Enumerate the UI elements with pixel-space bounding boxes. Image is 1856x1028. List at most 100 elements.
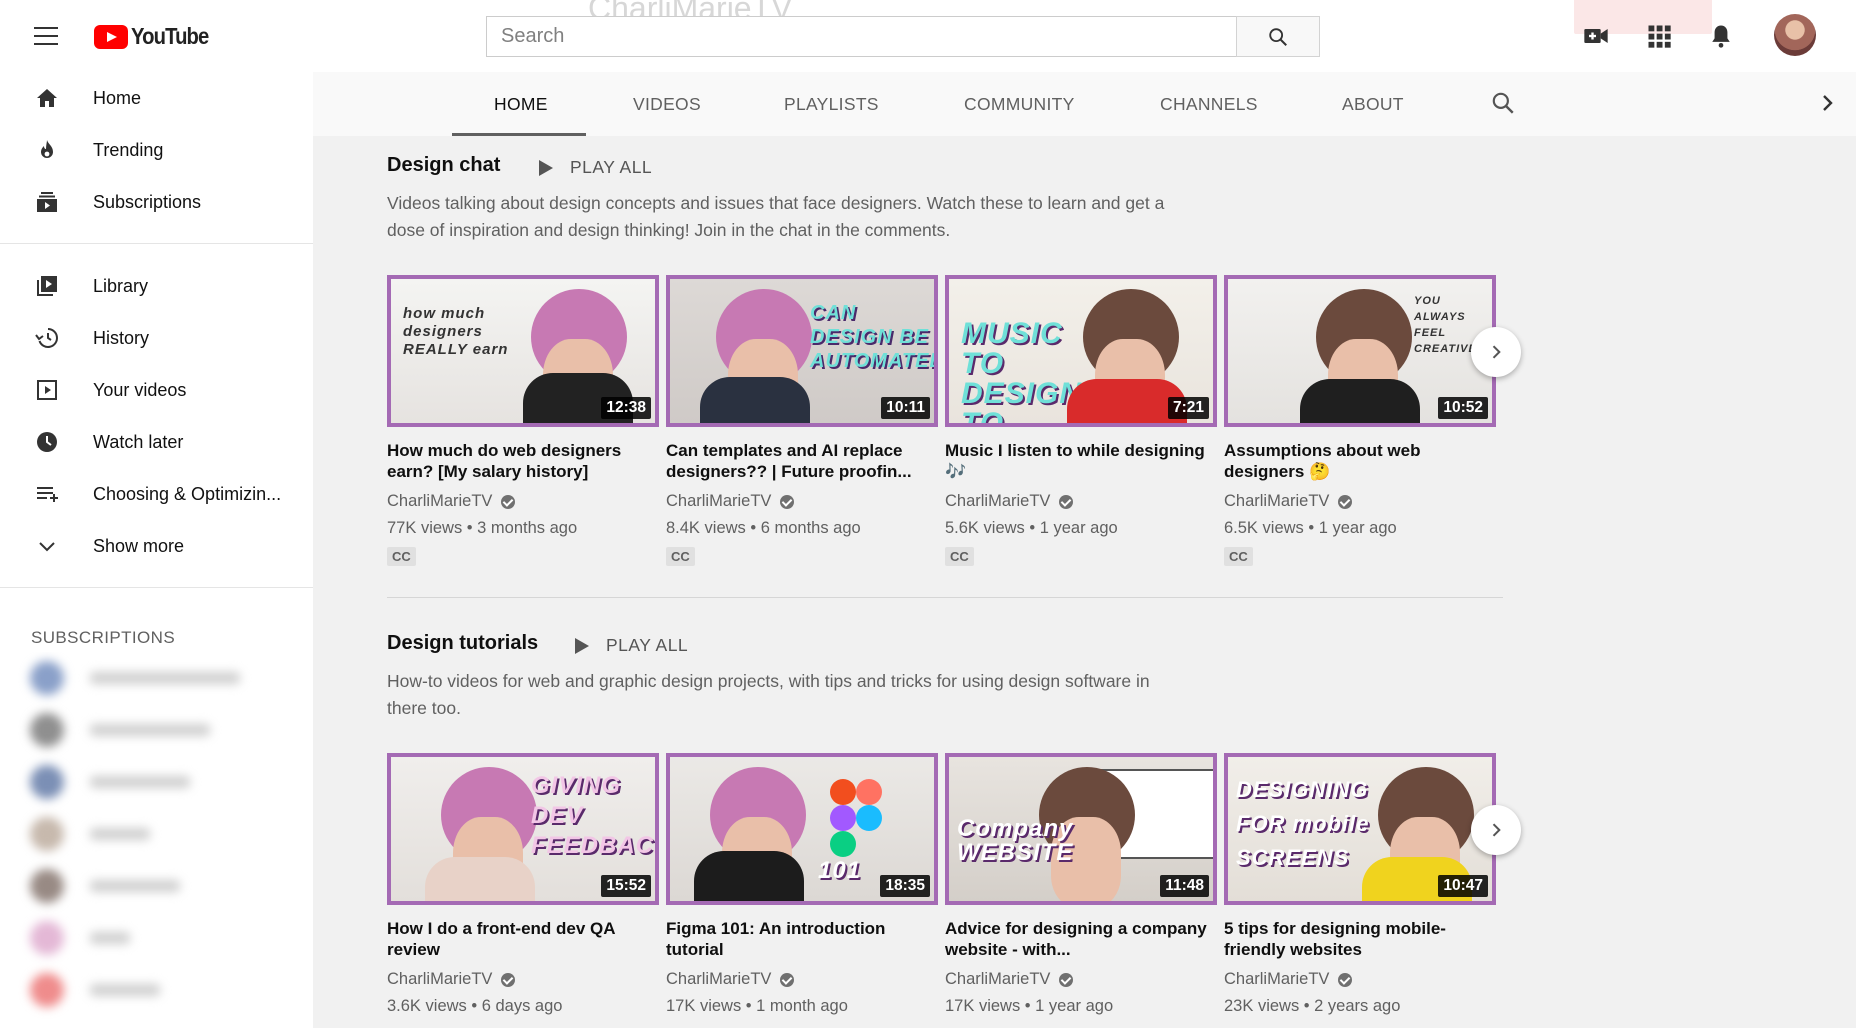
channel-name-link[interactable]: CharliMarieTV [945, 492, 1217, 511]
tab-videos[interactable]: VIDEOS [633, 94, 701, 115]
subscriptions-list-blurred [18, 652, 290, 1028]
subscription-item[interactable] [18, 860, 290, 912]
verified-badge-icon [780, 494, 795, 509]
subscription-item[interactable] [18, 652, 290, 704]
channel-name-link[interactable]: CharliMarieTV [387, 492, 659, 511]
verified-badge-icon [780, 972, 795, 987]
video-title[interactable]: Assumptions about web designers 🤔 [1224, 440, 1496, 482]
video-meta: 77K views • 3 months ago [387, 519, 578, 537]
user-avatar[interactable] [1774, 14, 1816, 56]
channel-search-icon[interactable] [1490, 90, 1516, 116]
history-icon [35, 328, 58, 348]
shelf-design-tutorials: Design tutorials PLAY ALL How-to videos … [387, 632, 1521, 1028]
notifications-bell-icon[interactable] [1707, 22, 1735, 50]
video-title[interactable]: Advice for designing a company website -… [945, 918, 1217, 960]
shelf-next-button[interactable] [1471, 327, 1521, 377]
video-thumbnail[interactable]: 101 18:35 [666, 753, 938, 905]
shelf-next-button[interactable] [1471, 805, 1521, 855]
active-tab-indicator [452, 133, 586, 136]
cc-badge: CC [387, 547, 416, 566]
youtube-play-logo-icon [94, 24, 128, 49]
subscriptions-heading: SUBSCRIPTIONS [31, 628, 176, 647]
verified-badge-icon [501, 494, 516, 509]
sidebar-item-trending[interactable]: Trending [0, 124, 313, 176]
sidebar-divider [0, 587, 313, 588]
shelf-design-chat: Design chat PLAY ALL Videos talking abou… [387, 154, 1521, 574]
search-input[interactable] [486, 16, 1236, 57]
channel-name-link[interactable]: CharliMarieTV [666, 492, 938, 511]
watch-later-icon [37, 432, 57, 452]
sidebar-item-label: Trending [93, 139, 164, 160]
search-bar [486, 16, 1320, 57]
channel-tabs: HOME VIDEOS PLAYLISTS COMMUNITY CHANNELS… [313, 72, 1856, 136]
search-button[interactable] [1236, 16, 1320, 57]
sidebar-item-subscriptions[interactable]: Subscriptions [0, 176, 313, 228]
shelf-title[interactable]: Design chat [387, 154, 500, 177]
chevron-right-icon[interactable] [1815, 91, 1839, 115]
subscription-item[interactable] [18, 704, 290, 756]
menu-icon[interactable] [34, 27, 58, 47]
video-duration: 7:21 [1167, 397, 1209, 419]
video-meta: 6.5K views • 1 year ago [1224, 519, 1397, 537]
tab-community[interactable]: COMMUNITY [964, 94, 1075, 115]
create-video-icon[interactable] [1582, 22, 1610, 50]
play-all-label: PLAY ALL [570, 157, 653, 177]
cc-badge: CC [945, 547, 974, 566]
play-all-button[interactable]: PLAY ALL [539, 157, 652, 178]
subscription-item[interactable] [18, 756, 290, 808]
video-thumbnail[interactable]: YOU ALWAYS FEEL CREATIVE 10:52 [1224, 275, 1496, 427]
video-thumbnail[interactable]: GIVING DEV FEEDBACK 15:52 [387, 753, 659, 905]
sidebar-item-library[interactable]: Library [0, 260, 313, 312]
video-title[interactable]: How much do web designers earn? [My sala… [387, 440, 659, 482]
video-duration: 15:52 [601, 875, 651, 897]
channel-name-link[interactable]: CharliMarieTV [1224, 970, 1496, 989]
video-title[interactable]: Music I listen to while designing 🎶 [945, 440, 1217, 482]
tab-playlists[interactable]: PLAYLISTS [784, 94, 879, 115]
subscription-item[interactable] [18, 912, 290, 964]
sidebar-divider [0, 243, 313, 244]
sidebar-item-your-videos[interactable]: Your videos [0, 364, 313, 416]
subscription-item[interactable] [18, 964, 290, 1016]
video-title[interactable]: Can templates and AI replace designers??… [666, 440, 938, 482]
sidebar-item-label: Your videos [93, 379, 187, 400]
video-duration: 12:38 [601, 397, 651, 419]
sidebar-item-history[interactable]: History [0, 312, 313, 364]
sidebar-item-playlist[interactable]: Choosing & Optimizin... [0, 468, 313, 520]
video-card: MUSIC TO DESIGN TO 7:21 Music I listen t… [945, 275, 1217, 566]
sidebar-item-watch-later[interactable]: Watch later [0, 416, 313, 468]
channel-name-link[interactable]: CharliMarieTV [666, 970, 938, 989]
tab-about[interactable]: ABOUT [1342, 94, 1404, 115]
video-card: Company WEBSITE 11:48 Advice for designi… [945, 753, 1217, 1016]
library-icon [37, 276, 57, 296]
video-row: GIVING DEV FEEDBACK 15:52 How I do a fro… [387, 753, 1503, 1016]
video-duration: 10:47 [1438, 875, 1488, 897]
video-thumbnail[interactable]: DESIGNING FOR mobile SCREENS 10:47 [1224, 753, 1496, 905]
tab-channels[interactable]: CHANNELS [1160, 94, 1258, 115]
playlist-icon [37, 487, 58, 502]
channel-name-link[interactable]: CharliMarieTV [945, 970, 1217, 989]
channel-name-link[interactable]: CharliMarieTV [1224, 492, 1496, 511]
video-thumbnail[interactable]: CAN DESIGN BE AUTOMATED? 10:11 [666, 275, 938, 427]
video-card: CAN DESIGN BE AUTOMATED? 10:11 Can templ… [666, 275, 938, 566]
video-title[interactable]: 5 tips for designing mobile-friendly web… [1224, 918, 1496, 960]
youtube-logo[interactable]: YouTube [94, 23, 219, 50]
thumbnail-text: how much designers REALLY earn [403, 305, 509, 358]
video-thumbnail[interactable]: MUSIC TO DESIGN TO 7:21 [945, 275, 1217, 427]
video-thumbnail[interactable]: Company WEBSITE 11:48 [945, 753, 1217, 905]
sidebar-item-show-more[interactable]: Show more [0, 520, 313, 572]
shelf-title[interactable]: Design tutorials [387, 632, 538, 655]
tab-home[interactable]: HOME [494, 94, 548, 115]
video-title[interactable]: How I do a front-end dev QA review [387, 918, 659, 960]
subscription-item[interactable] [18, 808, 290, 860]
apps-grid-icon[interactable] [1645, 22, 1673, 50]
video-card: YOU ALWAYS FEEL CREATIVE 10:52 Assumptio… [1224, 275, 1496, 566]
channel-name: CharliMarieTV [666, 492, 772, 510]
video-thumbnail[interactable]: how much designers REALLY earn 12:38 [387, 275, 659, 427]
sidebar-item-home[interactable]: Home [0, 72, 313, 124]
shelf-divider [387, 597, 1503, 598]
sidebar-item-label: Subscriptions [93, 191, 202, 212]
play-all-button[interactable]: PLAY ALL [575, 635, 688, 656]
channel-name: CharliMarieTV [666, 970, 772, 988]
channel-name-link[interactable]: CharliMarieTV [387, 970, 659, 989]
video-title[interactable]: Figma 101: An introduction tutorial [666, 918, 938, 960]
